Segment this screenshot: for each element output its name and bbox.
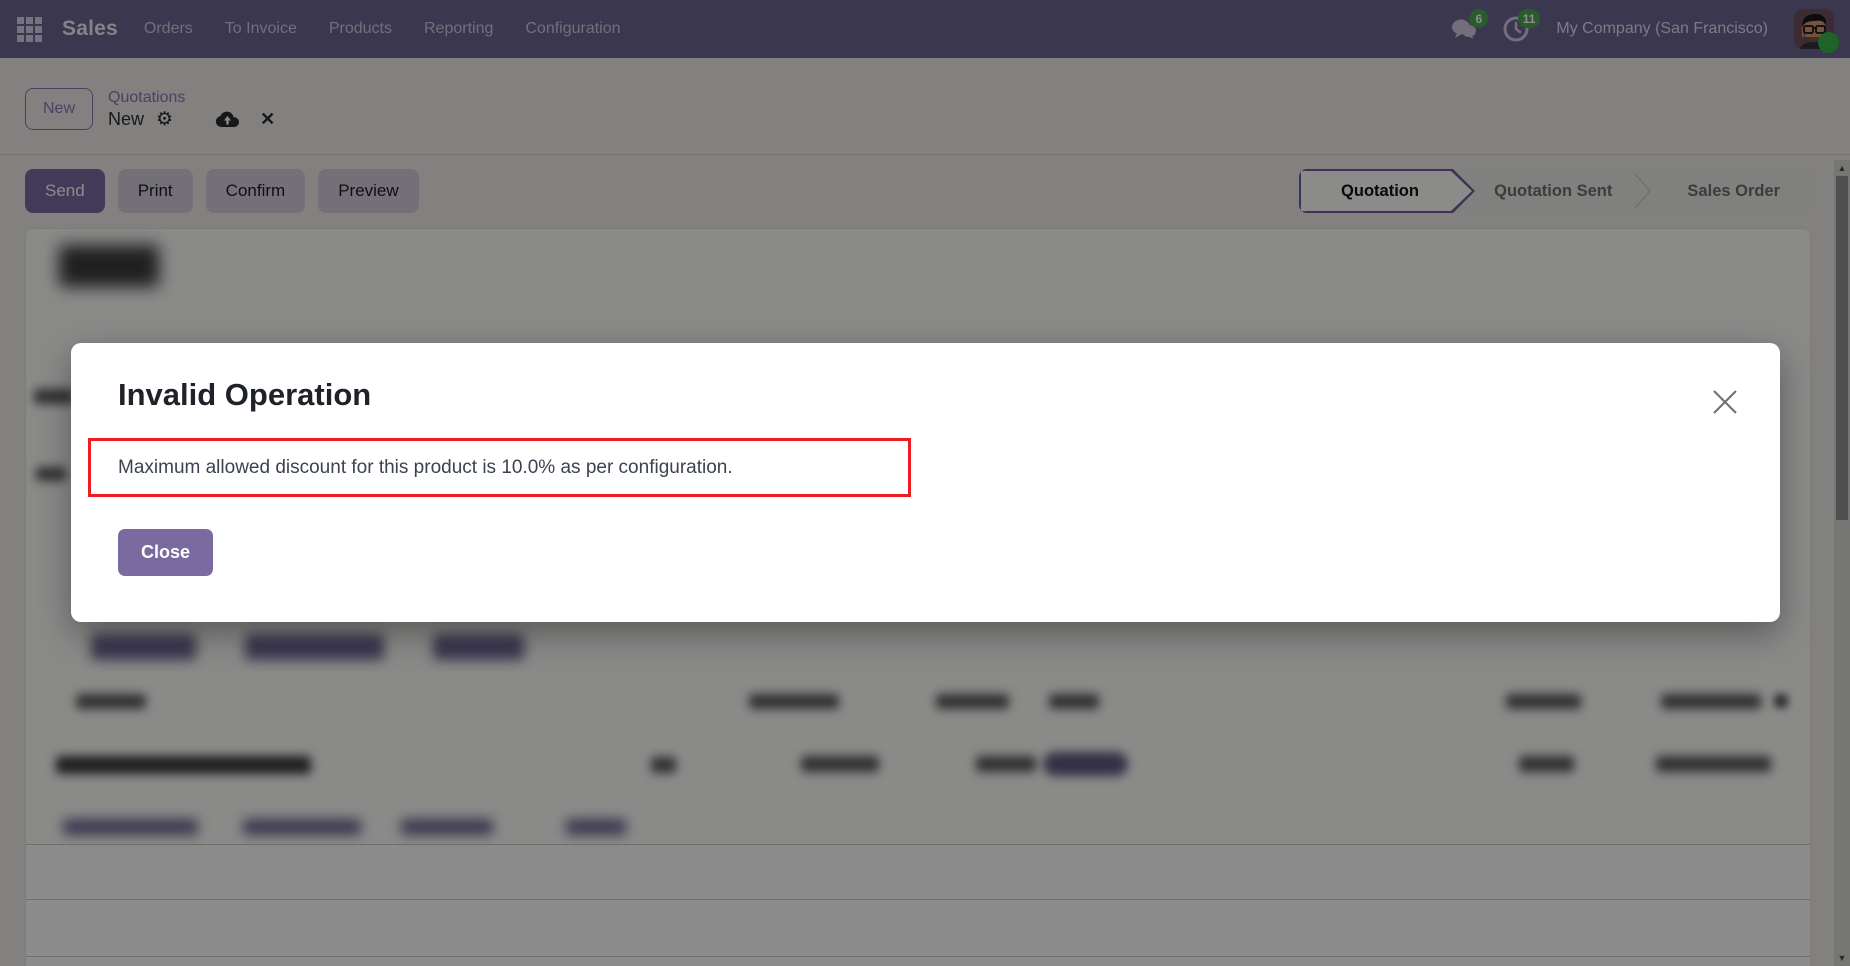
error-message: Maximum allowed discount for this produc… (118, 457, 733, 479)
invalid-operation-dialog: Invalid Operation Maximum allowed discou… (71, 343, 1780, 622)
odoo-sales-screen: Sales Orders To Invoice Products Reporti… (0, 0, 1850, 966)
close-icon[interactable] (1710, 387, 1740, 417)
dialog-title: Invalid Operation (118, 377, 371, 413)
dialog-close-button[interactable]: Close (118, 529, 213, 576)
error-message-highlight: Maximum allowed discount for this produc… (88, 438, 911, 497)
